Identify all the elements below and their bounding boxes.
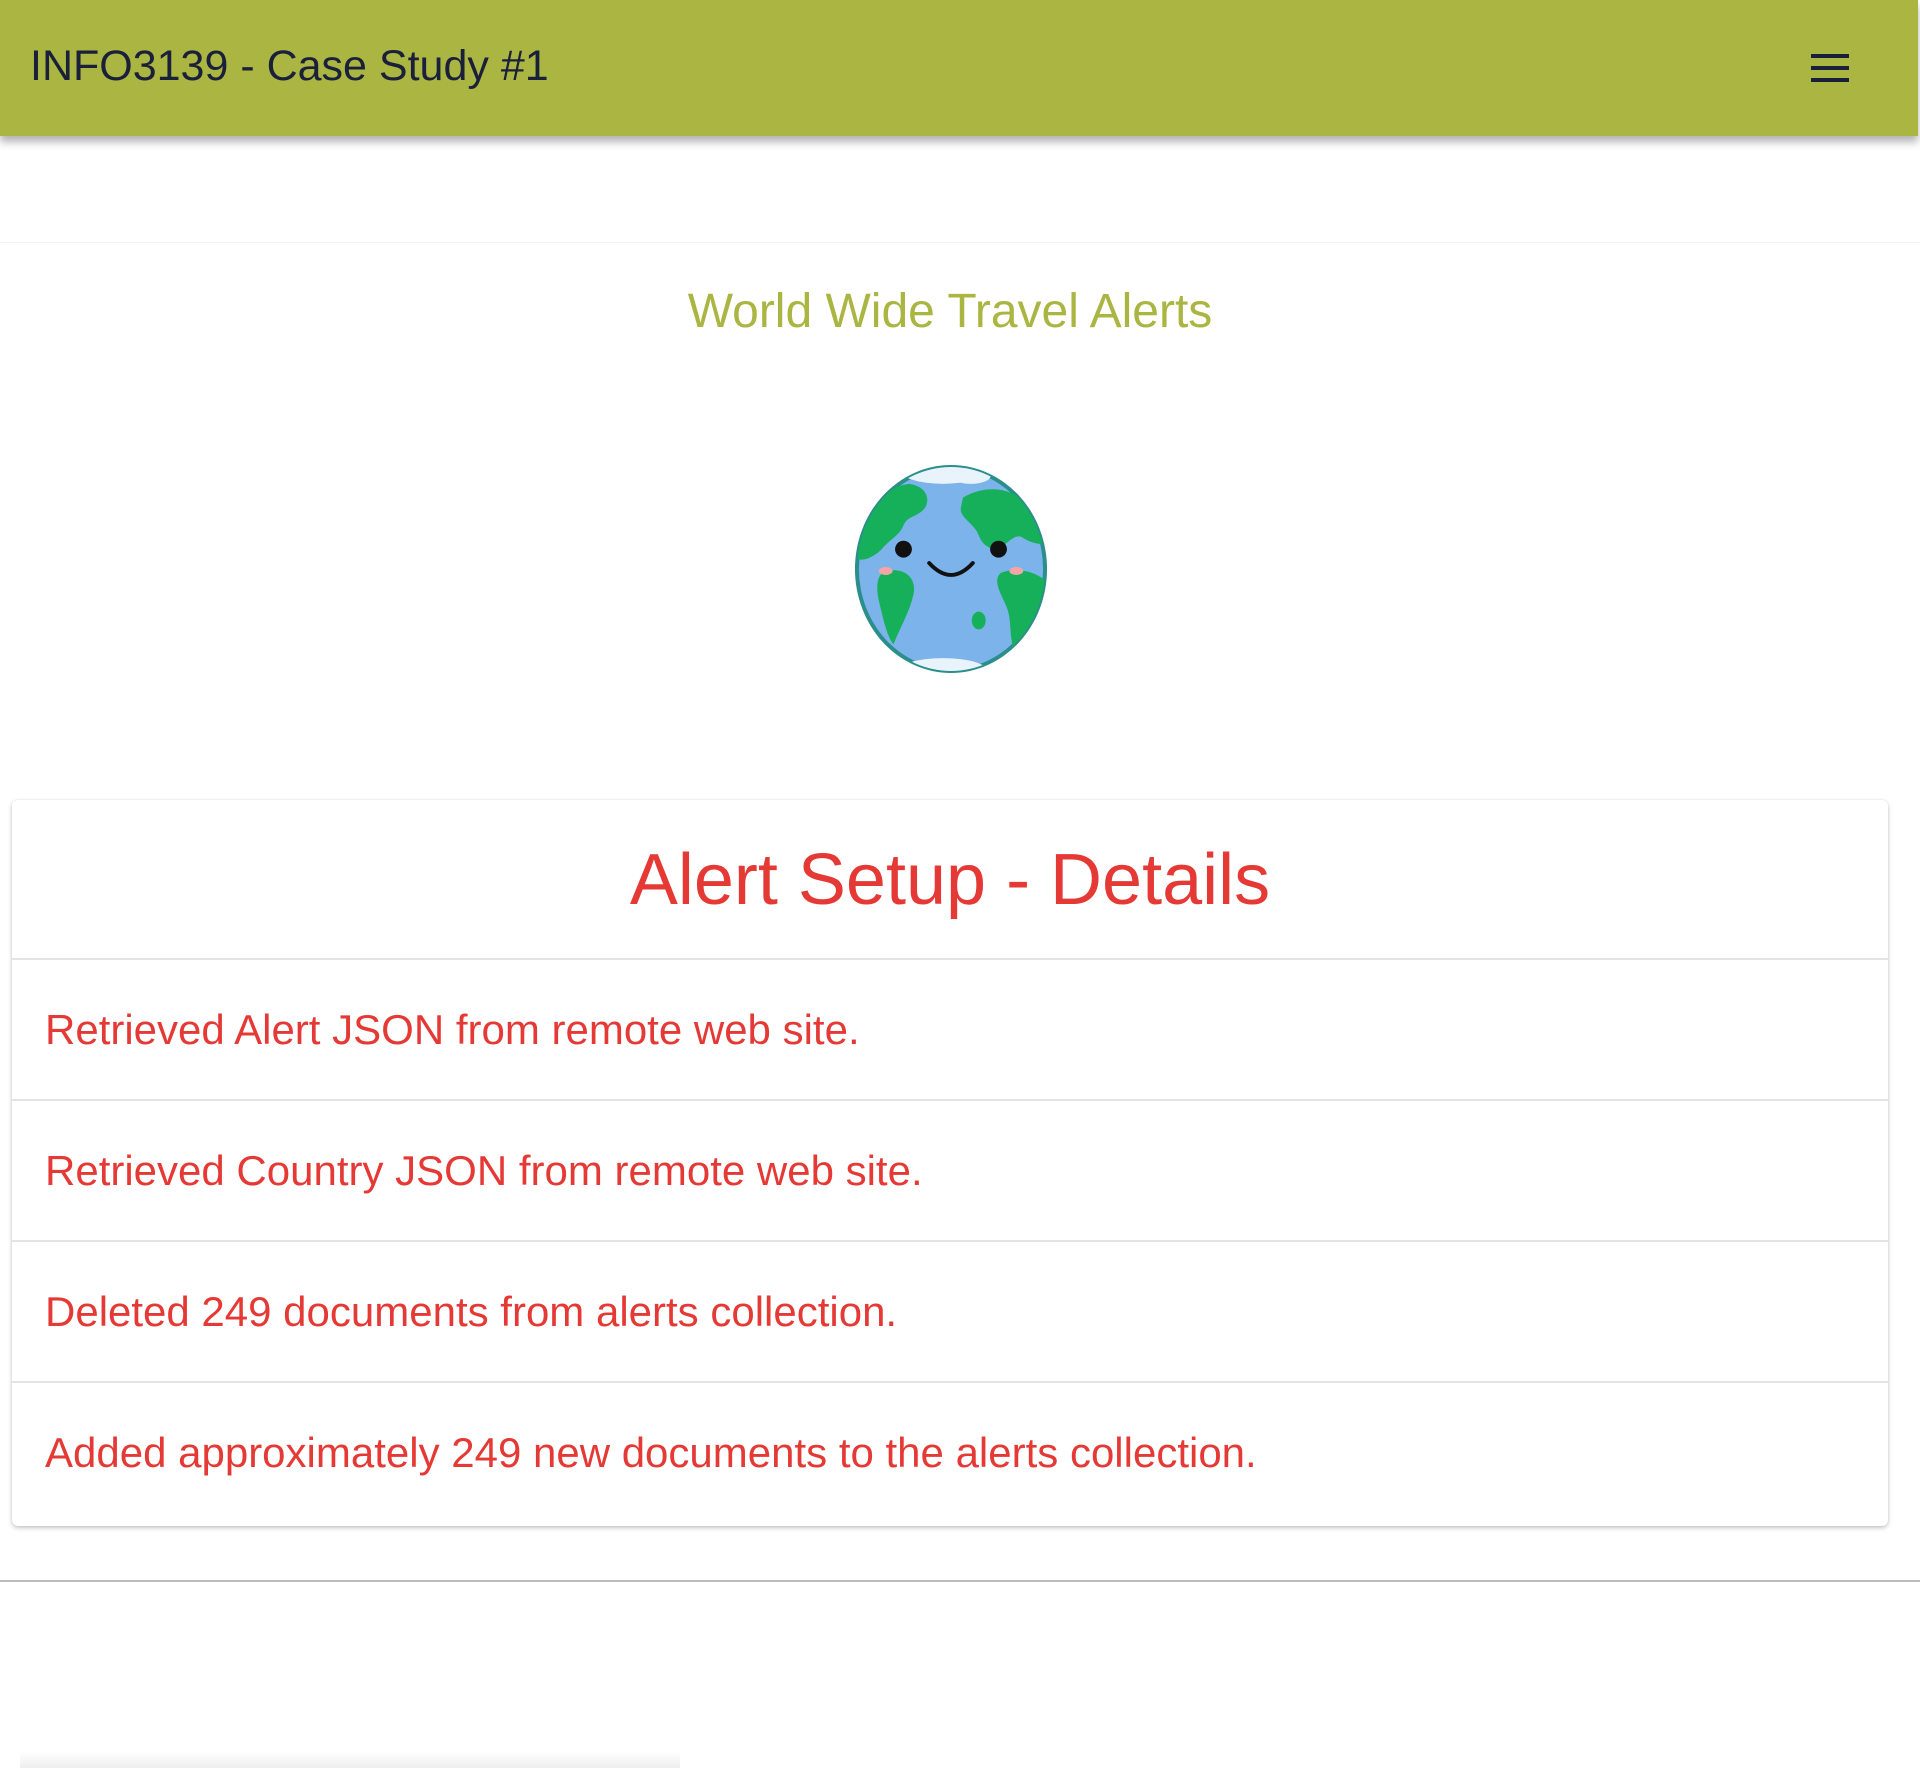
alert-details-list: Retrieved Alert JSON from remote web sit… <box>12 960 1888 1524</box>
smiling-globe-icon <box>854 465 1048 673</box>
page: INFO3139 - Case Study #1 World Wide Trav… <box>0 0 1920 1768</box>
detail-item-added-documents: Added approximately 249 new documents to… <box>45 1429 1257 1476</box>
page-subtitle: World Wide Travel Alerts <box>687 285 1213 338</box>
bottom-shadow <box>20 1752 680 1768</box>
hamburger-menu-icon <box>1811 54 1849 82</box>
app-title: INFO3139 - Case Study #1 <box>30 42 549 90</box>
app-bar: INFO3139 - Case Study #1 <box>0 0 1918 136</box>
card-title: Alert Setup - Details <box>12 800 1888 960</box>
alert-setup-card: Alert Setup - Details Retrieved Alert JS… <box>12 800 1888 1526</box>
menu-button[interactable] <box>1804 42 1856 94</box>
header-spacer <box>0 136 1920 243</box>
detail-item-country-json: Retrieved Country JSON from remote web s… <box>12 1101 1888 1242</box>
detail-item-deleted-documents: Deleted 249 documents from alerts collec… <box>12 1242 1888 1383</box>
footer-divider <box>0 1580 1920 1582</box>
detail-item-alert-json: Retrieved Alert JSON from remote web sit… <box>12 960 1888 1101</box>
